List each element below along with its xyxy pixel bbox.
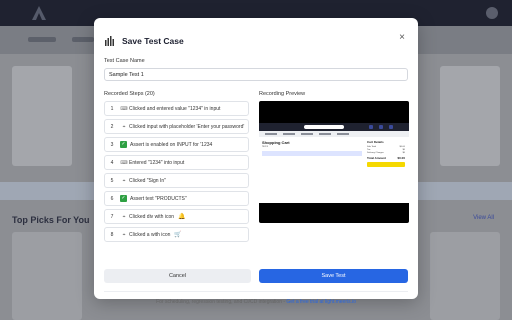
brand-logo-icon bbox=[105, 36, 114, 46]
keyboard-icon: ⌨ bbox=[120, 159, 128, 166]
step-number: 6 bbox=[110, 195, 114, 202]
preview-icon bbox=[369, 125, 373, 129]
step-item[interactable]: 4 ⌨ Entered "1234" into input bbox=[104, 155, 249, 170]
promo-card bbox=[440, 66, 500, 166]
preview-summary-row: Delivery Charges $0 bbox=[367, 152, 405, 154]
test-name-input[interactable] bbox=[104, 68, 408, 81]
step-text: Clicked a with icon bbox=[129, 231, 171, 238]
section-title: Top Picks For You bbox=[12, 215, 90, 225]
step-text: Clicked and entered value "1234" in inpu… bbox=[129, 105, 221, 112]
preview-cart-summary: Cart Details Sub Total $0.00 Tax $0 Delive… bbox=[367, 140, 405, 195]
test-name-label: Test Case Name bbox=[104, 58, 145, 64]
preview-checkout-button bbox=[367, 162, 405, 167]
nav-item[interactable] bbox=[72, 37, 94, 42]
step-item[interactable]: 2 ⌖ Clicked input with placeholder 'Ente… bbox=[104, 119, 249, 134]
preview-icon bbox=[379, 125, 383, 129]
check-icon: ✓ bbox=[120, 141, 127, 148]
preview-empty-cart bbox=[262, 151, 362, 156]
cursor-icon: ⌖ bbox=[122, 231, 126, 238]
recorded-steps-list[interactable]: 1 ⌨ Clicked and entered value "1234" in … bbox=[104, 101, 251, 261]
view-all-link[interactable]: View All bbox=[473, 215, 494, 221]
recorded-steps-label: Recorded Steps (20) bbox=[104, 91, 155, 97]
preview-summary-row: Tax $0 bbox=[367, 149, 405, 151]
step-number: 7 bbox=[110, 213, 114, 220]
preview-cart-sub: Items bbox=[262, 145, 269, 148]
step-item[interactable]: 6 ✓ Assert text "PRODUCTS" bbox=[104, 191, 249, 206]
step-item[interactable]: 8 ⌖ Clicked a with icon 🛒 bbox=[104, 227, 249, 242]
user-avatar[interactable] bbox=[486, 7, 498, 19]
step-item[interactable]: 7 ⌖ Clicked div with icon 🔔 bbox=[104, 209, 249, 224]
footer-text: For scheduling, regression testing, and … bbox=[156, 299, 287, 305]
step-number: 3 bbox=[110, 141, 114, 148]
promo-card bbox=[12, 66, 72, 166]
step-text: Entered "1234" into input bbox=[129, 159, 185, 166]
step-text: Assert text "PRODUCTS" bbox=[130, 195, 187, 202]
check-icon: ✓ bbox=[120, 195, 127, 202]
preview-search bbox=[304, 125, 344, 129]
preview-total: Total Amount $0.00 bbox=[367, 156, 405, 160]
preview-nav bbox=[259, 131, 409, 137]
close-icon[interactable]: × bbox=[396, 32, 408, 44]
recording-preview: Shopping Cart Items Cart Details Sub Tot… bbox=[259, 101, 409, 223]
keyboard-icon: ⌨ bbox=[120, 105, 128, 112]
save-test-button[interactable]: Save Test bbox=[259, 269, 408, 283]
product-card bbox=[430, 232, 500, 320]
step-text: Clicked "Sign In" bbox=[129, 177, 166, 184]
preview-header bbox=[259, 123, 409, 131]
step-item[interactable]: 3 ✓ Assert is enabled on INPUT for '1234 bbox=[104, 137, 249, 152]
recording-preview-label: Recording Preview bbox=[259, 91, 306, 97]
cursor-icon: ⌖ bbox=[122, 213, 126, 220]
nav-item[interactable] bbox=[28, 37, 56, 42]
step-item[interactable]: 5 ⌖ Clicked "Sign In" bbox=[104, 173, 249, 188]
app-logo-icon bbox=[32, 6, 46, 20]
cart-icon: 🛒 bbox=[174, 232, 182, 238]
cursor-icon: ⌖ bbox=[122, 123, 126, 130]
step-item[interactable]: 1 ⌨ Clicked and entered value "1234" in … bbox=[104, 101, 249, 116]
free-trial-link[interactable]: Get a free trial at light.meeris.io bbox=[286, 299, 355, 305]
preview-summary-title: Cart Details bbox=[367, 140, 384, 144]
preview-icon bbox=[389, 125, 393, 129]
step-number: 5 bbox=[110, 177, 114, 184]
cancel-button[interactable]: Cancel bbox=[104, 269, 251, 283]
cursor-icon: ⌖ bbox=[122, 177, 126, 184]
step-number: 4 bbox=[110, 159, 114, 166]
step-text: Clicked input with placeholder 'Enter yo… bbox=[129, 123, 245, 130]
step-text: Assert is enabled on INPUT for '1234 bbox=[130, 141, 213, 148]
step-number: 2 bbox=[110, 123, 114, 130]
save-test-case-dialog: Save Test Case × Test Case Name Recorded… bbox=[94, 18, 418, 305]
footer-note: For scheduling, regression testing, and … bbox=[94, 299, 418, 305]
step-text: Clicked div with icon bbox=[129, 213, 175, 220]
preview-screenshot: Shopping Cart Items Cart Details Sub Tot… bbox=[259, 123, 409, 203]
dialog-header: Save Test Case bbox=[104, 34, 184, 48]
bell-icon: 🔔 bbox=[178, 214, 186, 220]
divider bbox=[104, 291, 408, 292]
dialog-title: Save Test Case bbox=[122, 36, 184, 46]
step-number: 1 bbox=[110, 105, 114, 112]
step-number: 8 bbox=[110, 231, 114, 238]
product-card bbox=[12, 232, 82, 320]
preview-summary-row: Sub Total $0.00 bbox=[367, 146, 405, 148]
